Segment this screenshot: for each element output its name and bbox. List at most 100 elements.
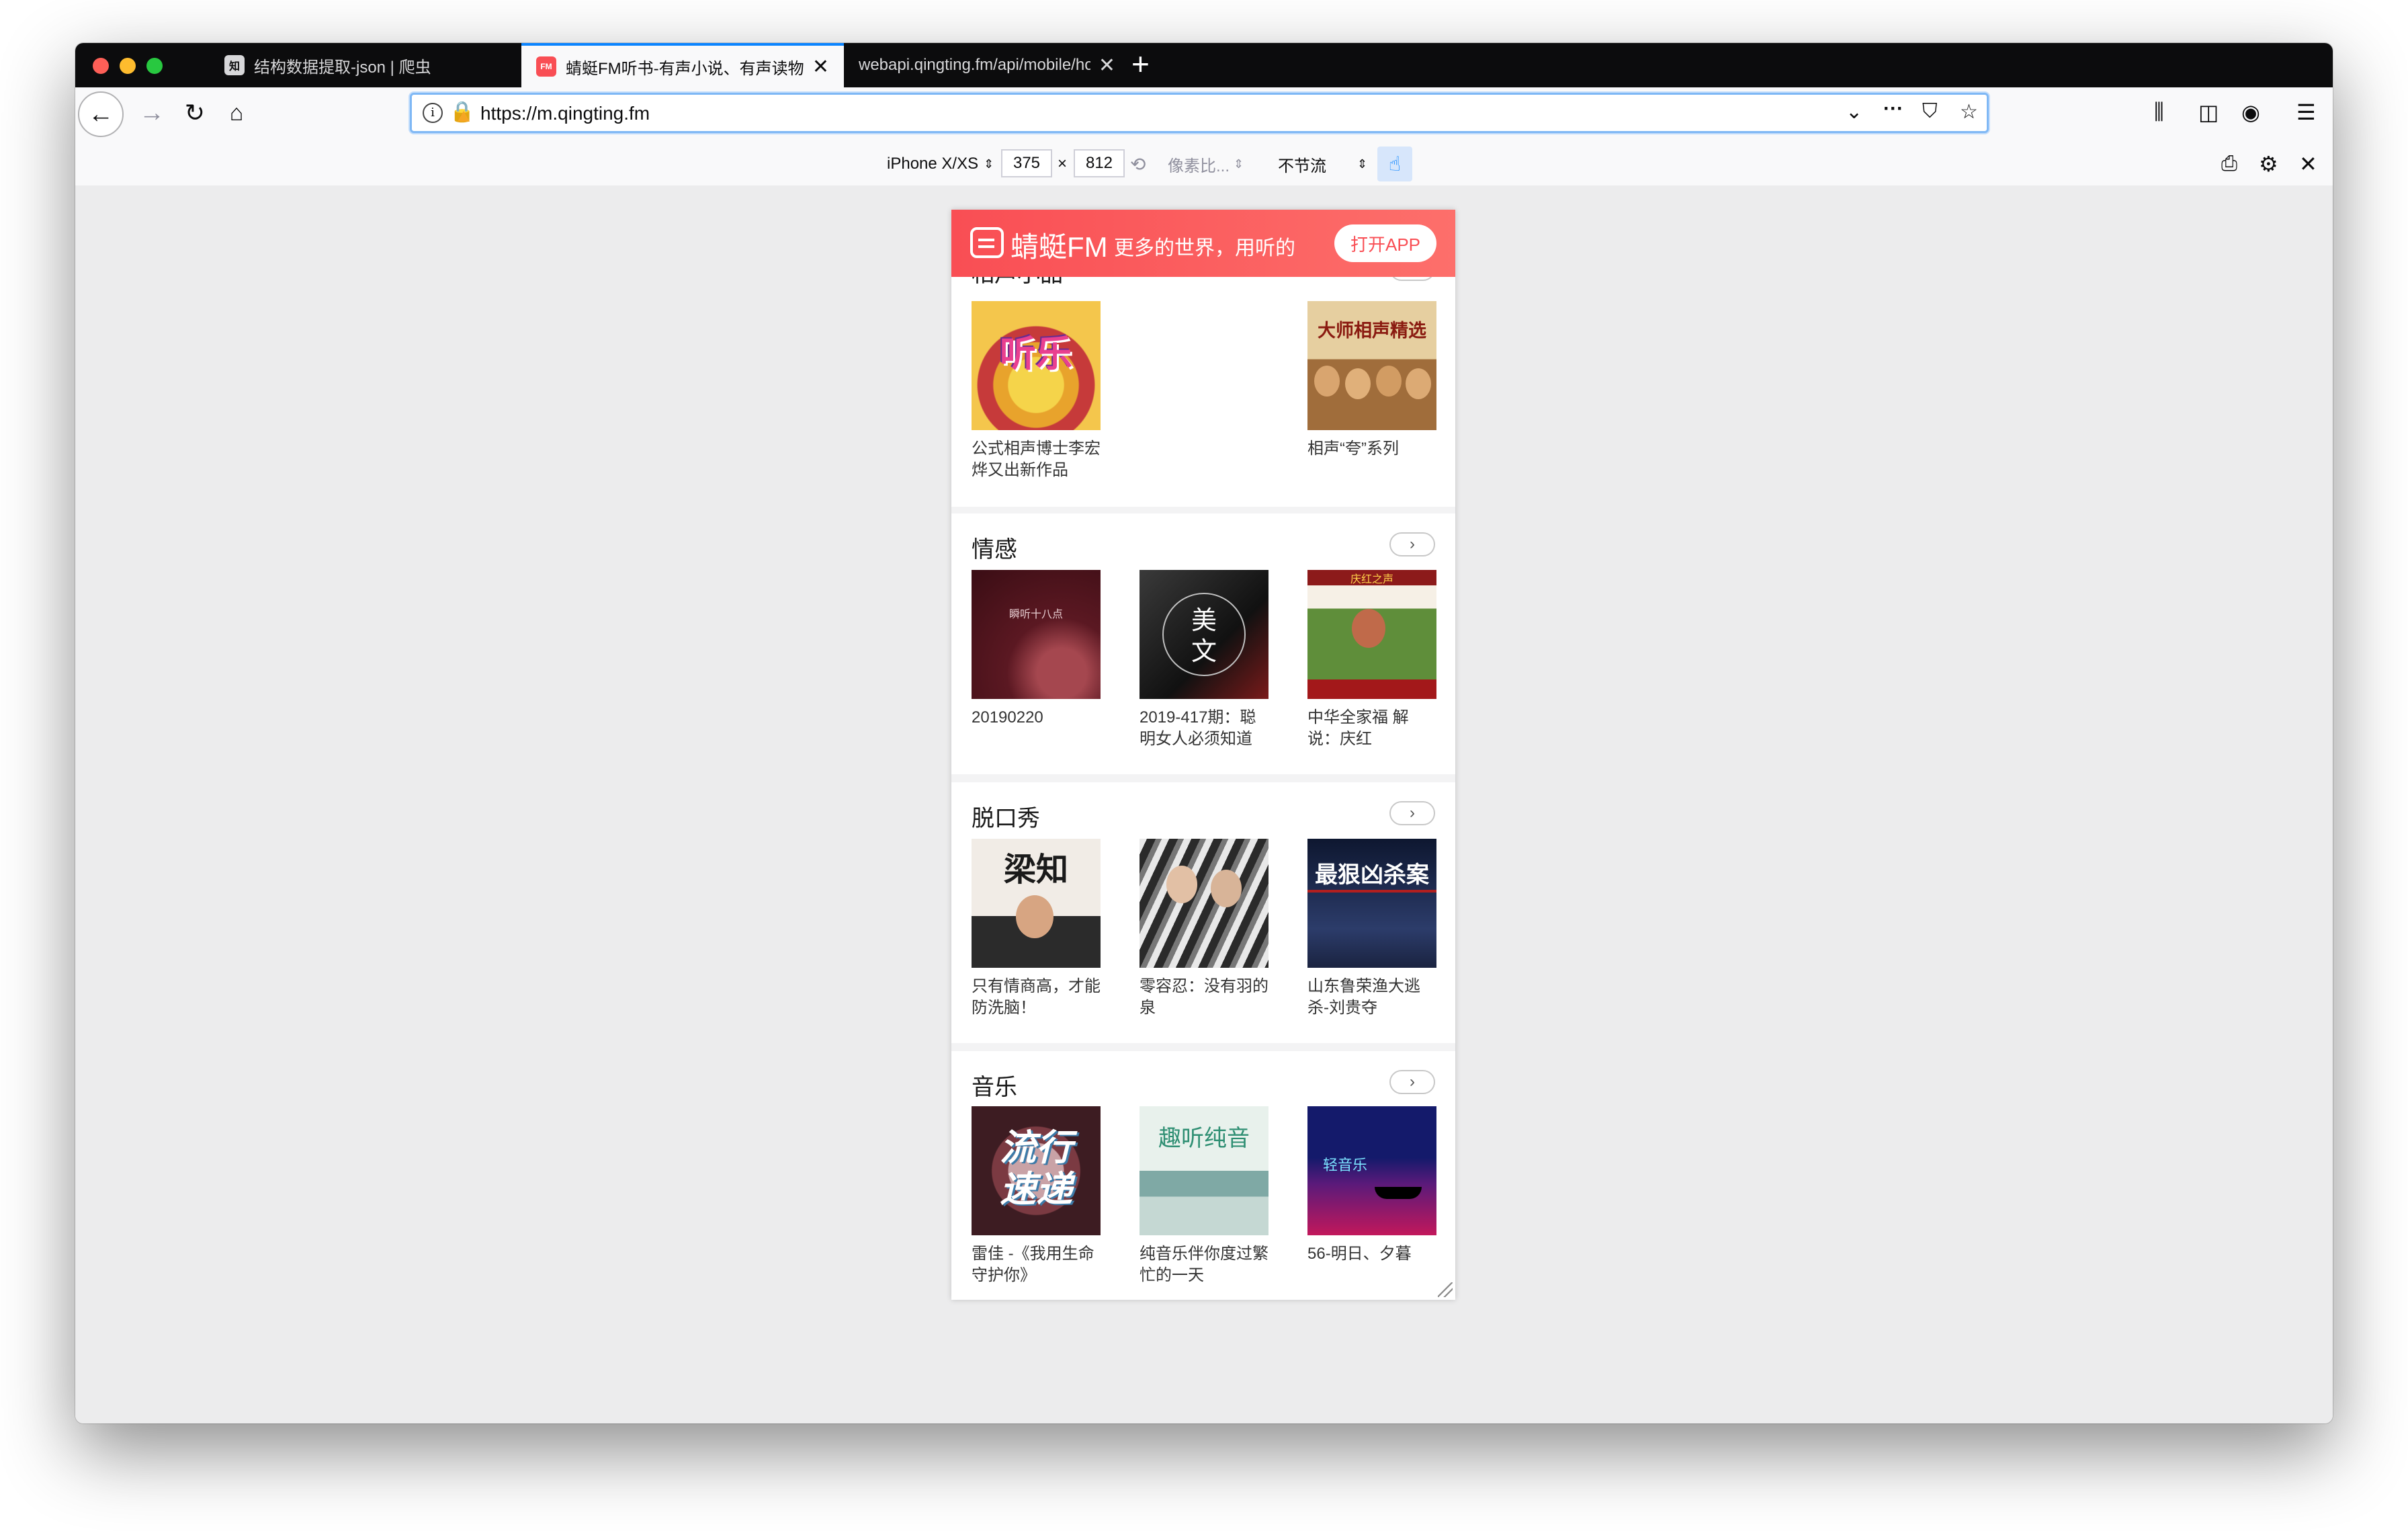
open-app-button[interactable]: 打开APP — [1334, 224, 1436, 262]
album-card[interactable]: 听乐 公式相声博士李宏烨又出新作品 — [972, 301, 1101, 481]
screenshot-camera-icon[interactable]: ⎙ — [2221, 142, 2237, 185]
album-card[interactable]: 最狠凶杀案 山东鲁荣渔大逃杀-刘贵夺 — [1307, 839, 1436, 1019]
album-card[interactable]: 梁知 只有情商高，才能防洗脑！ — [972, 839, 1101, 1019]
account-icon[interactable]: ◉ — [2241, 99, 2260, 125]
arrow-right-icon[interactable]: → — [132, 93, 172, 133]
rotate-viewport-icon[interactable]: ⟲ — [1130, 142, 1146, 185]
portrait-decor — [1016, 895, 1054, 938]
device-name: iPhone X/XS — [887, 155, 979, 173]
album-card[interactable]: 大师相声精选 相声“夸”系列 — [1307, 301, 1436, 460]
tab-title: 蜻蜓FM听书-有声小说、有声读物 — [566, 59, 804, 78]
album-caption: 山东鲁荣渔大逃杀-刘贵夺 — [1307, 977, 1420, 1017]
album-caption: 雷佳 -《我用生命守护你》 — [972, 1245, 1094, 1284]
album-cover: 瞬听十八点 — [972, 570, 1101, 699]
dimension-separator: × — [1058, 155, 1068, 173]
cover-text: 瞬听十八点 — [1008, 608, 1063, 620]
album-cover: 趣听纯音 — [1140, 1106, 1268, 1235]
tab-webapi[interactable]: webapi.qingting.fm/api/mobile/hom ✕ — [844, 43, 1130, 87]
close-window-button[interactable] — [93, 58, 109, 74]
album-card[interactable]: 趣听纯音 纯音乐伴你度过繁忙的一天 — [1140, 1106, 1268, 1286]
section-title: 情感 — [972, 537, 1017, 563]
section-title: 脱口秀 — [972, 806, 1040, 831]
throttle-label: 不节流 — [1278, 157, 1326, 175]
album-card[interactable]: 零容忍：没有羽的泉 — [1140, 839, 1268, 1019]
album-cover: 流行速递 — [972, 1106, 1101, 1235]
viewport-width-input[interactable]: 375 — [1001, 149, 1052, 177]
close-tab-icon[interactable]: ✕ — [812, 55, 829, 79]
section-yinyue: 音乐 › 流行速递 雷佳 -《我用生命守护你》 趣听纯音 纯音乐伴你度过繁忙的一… — [951, 1051, 1455, 1300]
album-card[interactable]: 瞬听十八点 20190220 — [972, 570, 1101, 729]
viewport-height-input[interactable]: 812 — [1074, 149, 1125, 177]
album-card[interactable]: 庆红之声 中华全家福 解说：庆红 — [1307, 570, 1436, 750]
face-decor — [1376, 366, 1402, 397]
album-cover: 最狠凶杀案 — [1307, 839, 1436, 968]
touch-simulation-icon[interactable]: ☝ — [1377, 147, 1412, 181]
section-tuokouxiu: 脱口秀 › 梁知 只有情商高，才能防洗脑！ 零容忍：没有羽的泉 最狠凶杀案 山东… — [951, 782, 1455, 1043]
more-chevron-icon[interactable]: › — [1389, 1070, 1435, 1094]
section-qinggan: 情感 › 瞬听十八点 20190220 美 文 2019-417期：聪明女人必须… — [951, 513, 1455, 774]
cover-text: 轻音乐 — [1322, 1157, 1367, 1174]
updown-arrows-icon: ⇕ — [1357, 157, 1368, 171]
pocket-icon[interactable]: ⛉ — [1922, 100, 1938, 123]
close-rdm-icon[interactable]: ✕ — [2299, 142, 2317, 185]
album-caption: 20190220 — [972, 708, 1043, 727]
info-icon[interactable]: i — [423, 103, 443, 123]
updown-arrows-icon: ⇕ — [1234, 157, 1244, 171]
app-download-banner[interactable]: 蜻蜓FM 更多的世界，用听的 打开APP — [951, 210, 1455, 277]
zoom-window-button[interactable] — [146, 58, 163, 74]
dpr-selector[interactable]: 像素比... ⇕ — [1168, 142, 1244, 185]
album-caption: 纯音乐伴你度过繁忙的一天 — [1140, 1245, 1268, 1284]
album-card[interactable]: 美 文 2019-417期：聪明女人必须知道 — [1140, 570, 1268, 750]
qingting-logo-icon — [970, 227, 1004, 258]
portrait-decor — [1166, 866, 1197, 903]
cover-text: 最狠凶杀案 — [1315, 862, 1429, 888]
album-caption: 零容忍：没有羽的泉 — [1140, 977, 1268, 1017]
arrow-left-icon[interactable]: ← — [78, 91, 124, 137]
face-decor — [1406, 368, 1431, 399]
album-caption: 相声“夸”系列 — [1307, 440, 1399, 458]
url-bar[interactable]: i 🔒 https://m.qingting.fm ⌄ ··· ⛉ ☆ — [410, 93, 1989, 133]
url-text[interactable]: https://m.qingting.fm — [480, 103, 650, 124]
brand-slogan: 更多的世界，用听的 — [1114, 237, 1295, 259]
album-caption: 只有情商高，才能防洗脑！ — [972, 977, 1101, 1017]
reload-icon[interactable]: ↻ — [175, 93, 215, 133]
new-tab-plus-icon[interactable]: + — [1131, 46, 1150, 82]
more-chevron-icon[interactable]: › — [1389, 532, 1435, 556]
responsive-design-toolbar: iPhone X/XS ⇕ 375 × 812 ⟲ 像素比... ⇕ 不节流 ⇕… — [75, 142, 2333, 187]
warning-icon — [458, 111, 470, 122]
album-cover — [1140, 839, 1268, 968]
cover-text: 趣听纯音 — [1158, 1125, 1250, 1152]
device-selector[interactable]: iPhone X/XS ⇕ — [887, 142, 994, 185]
album-cover: 听乐 — [972, 301, 1101, 430]
qingting-favicon-icon: FM — [536, 56, 556, 77]
more-chevron-icon[interactable]: › — [1389, 801, 1435, 825]
album-card[interactable]: 轻音乐 56-明日、夕暮 — [1307, 1106, 1436, 1265]
hamburger-menu-icon[interactable]: ☰ — [2296, 99, 2316, 125]
album-cover: 大师相声精选 — [1307, 301, 1436, 430]
section-title: 音乐 — [972, 1075, 1017, 1100]
sidebar-icon[interactable]: ◫ — [2198, 99, 2219, 125]
library-icon[interactable]: ⫼ — [2154, 99, 2164, 125]
boat-decor — [1375, 1187, 1422, 1199]
rdm-viewport: 蜻蜓FM 更多的世界，用听的 打开APP 相声小品 › 听乐 公式相声博士李宏烨… — [75, 185, 2333, 1423]
cover-text: 美 文 — [1191, 606, 1217, 666]
throttle-selector[interactable]: 不节流 ⇕ — [1278, 142, 1367, 185]
resize-handle[interactable] — [1438, 1282, 1453, 1297]
tab-title: 结构数据提取-json | 爬虫 — [254, 58, 431, 77]
cover-text: 庆红之声 — [1350, 573, 1393, 585]
bookmark-star-icon[interactable]: ☆ — [1960, 100, 1978, 124]
zhihu-favicon-icon: 知 — [224, 55, 245, 75]
face-decor — [1345, 368, 1371, 399]
tab-qingting[interactable]: FM 蜻蜓FM听书-有声小说、有声读物 ✕ — [521, 43, 844, 87]
portrait-decor — [1352, 609, 1385, 648]
minimize-window-button[interactable] — [120, 58, 136, 74]
page-actions-icon[interactable]: ··· — [1883, 97, 1903, 120]
album-card[interactable]: 流行速递 雷佳 -《我用生命守护你》 — [972, 1106, 1101, 1286]
cover-text: 流行速递 — [1000, 1126, 1072, 1210]
close-tab-icon[interactable]: ✕ — [1099, 54, 1115, 77]
chevron-down-icon[interactable]: ⌄ — [1846, 100, 1862, 124]
home-icon[interactable]: ⌂ — [216, 93, 257, 133]
tab-strip: 知 结构数据提取-json | 爬虫 ✕ FM 蜻蜓FM听书-有声小说、有声读物… — [75, 43, 2333, 87]
settings-gear-icon[interactable]: ⚙ — [2259, 142, 2278, 185]
mobile-page: 蜻蜓FM 更多的世界，用听的 打开APP 相声小品 › 听乐 公式相声博士李宏烨… — [951, 210, 1455, 1300]
